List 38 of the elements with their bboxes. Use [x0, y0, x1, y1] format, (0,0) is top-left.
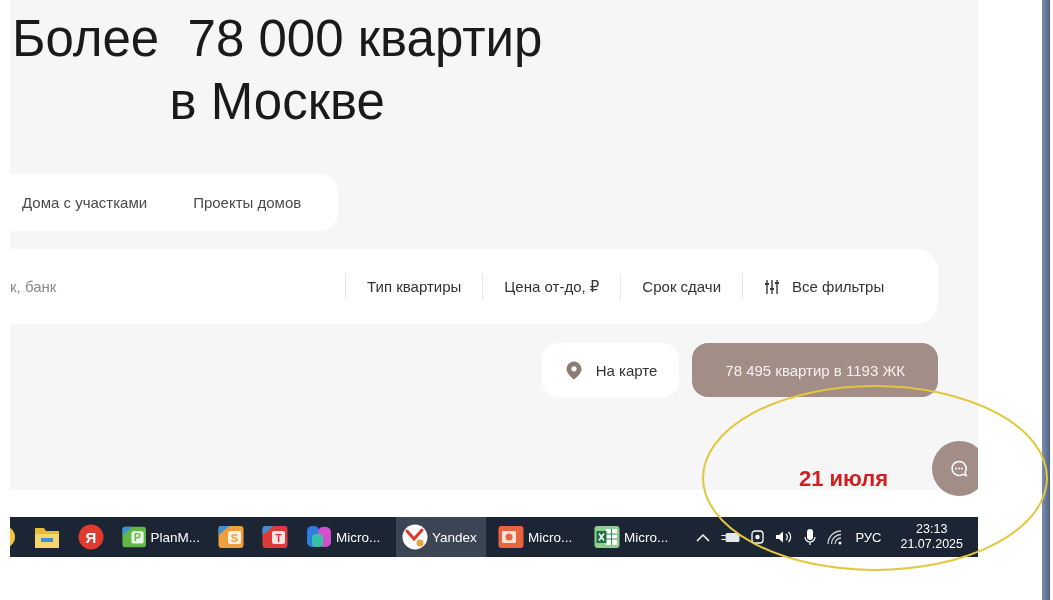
taskbar-app-button[interactable]: Micro... — [300, 517, 390, 557]
chat-icon — [951, 460, 967, 477]
letter-tile-icon: T — [262, 524, 288, 550]
letter-tile-icon: S — [218, 524, 244, 550]
category-tab[interactable]: Дома с участками — [10, 186, 160, 219]
letter-logo-icon: Я — [78, 524, 104, 550]
taskbar-app-button[interactable]: Я — [72, 517, 110, 557]
map-button[interactable]: На карте — [541, 343, 680, 397]
battery-icon[interactable] — [721, 531, 741, 543]
taskbar-app-button[interactable]: P PlanM... — [116, 517, 206, 557]
page-heading: Более 78 000 квартир в Москве — [12, 9, 543, 132]
letter-tile-icon: P — [122, 524, 147, 550]
taskbar-app-button[interactable]: Micro... — [588, 517, 678, 557]
blob-logo-icon — [306, 524, 332, 550]
taskbar-app-button[interactable]: T — [256, 517, 294, 557]
microphone-icon[interactable] — [804, 528, 817, 546]
wifi-icon[interactable] — [827, 529, 843, 545]
sliders-icon — [764, 278, 781, 295]
taskbar-app-button[interactable]: Yandex — [396, 517, 486, 557]
taskbar-app-button[interactable]: Micro... — [492, 517, 582, 557]
category-tab[interactable]: Проекты домов — [181, 186, 314, 219]
speaker-icon[interactable] — [775, 530, 794, 544]
search-field[interactable]: к, банк — [10, 266, 345, 307]
chat-button[interactable] — [932, 441, 978, 496]
filter-dropdown[interactable]: Тип квартиры — [345, 273, 483, 300]
clock-time: 23:13 — [916, 522, 948, 537]
chevron-up-icon[interactable] — [696, 532, 711, 542]
spreadsheet-app-icon — [594, 524, 620, 550]
filter-dropdown[interactable]: Цена от-до, ₽ — [482, 273, 621, 300]
all-filters-button[interactable]: Все фильтры — [742, 273, 906, 300]
webcam-icon[interactable] — [751, 529, 765, 545]
date-annotation: 21 июля — [799, 466, 889, 492]
browser-logo-icon — [402, 524, 428, 550]
location-pin-icon — [565, 360, 582, 380]
slides-app-icon — [498, 524, 524, 550]
input-language[interactable]: РУС — [855, 529, 882, 545]
clock-date: 21.07.2025 — [900, 537, 963, 552]
filter-dropdown[interactable]: Срок сдачи — [620, 273, 743, 300]
